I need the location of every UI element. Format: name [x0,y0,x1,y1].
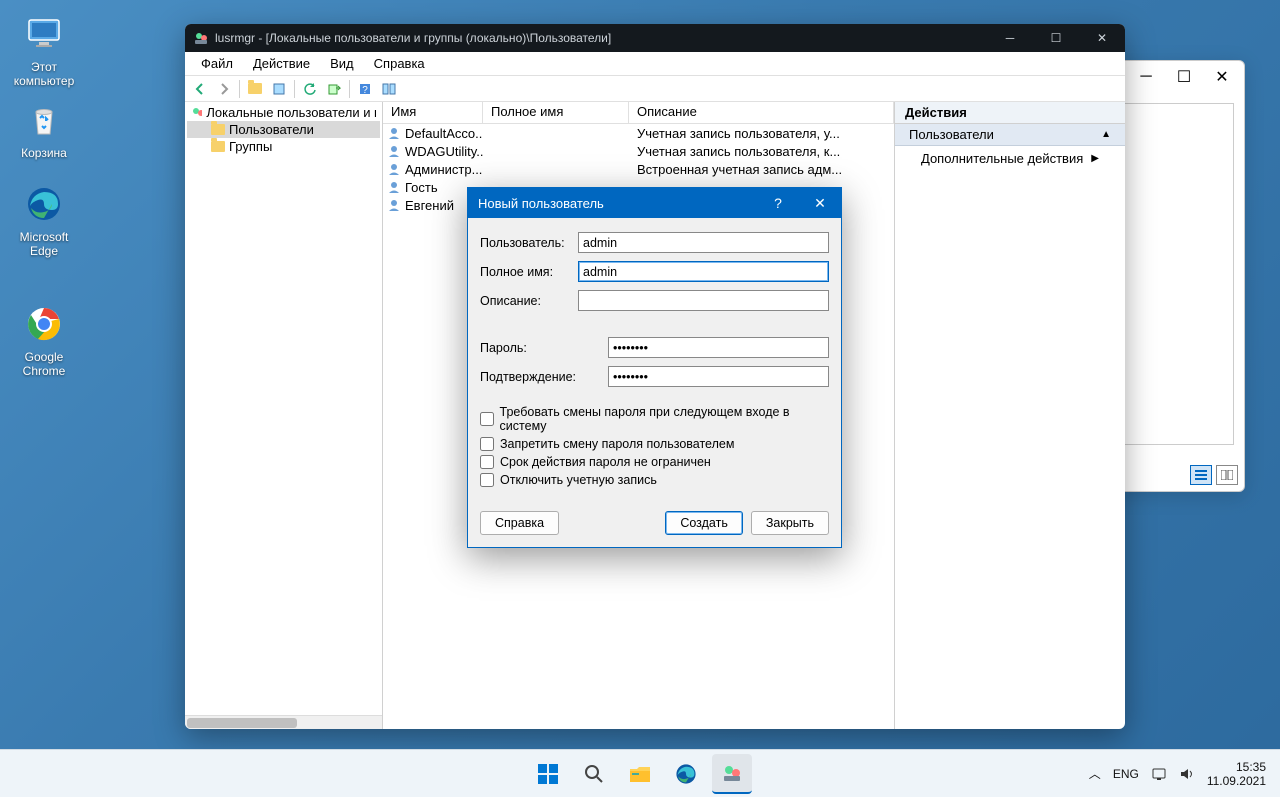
user-icon [387,198,401,212]
desktop-label: Корзина [6,146,82,160]
create-button[interactable]: Создать [665,511,743,535]
desktop-edge[interactable]: MicrosoftEdge [6,180,82,258]
input-password[interactable] [608,337,829,358]
desktop-label: GoogleChrome [6,350,82,378]
maximize-button[interactable]: ☐ [1033,24,1079,52]
svg-text:?: ? [362,85,368,96]
refresh-button[interactable] [299,78,321,100]
tray-volume-icon[interactable] [1179,766,1195,782]
menu-file[interactable]: Файл [193,54,241,73]
label-fullname: Полное имя: [480,265,578,279]
desktop-label: MicrosoftEdge [6,230,82,258]
chevron-right-icon: ▶ [1091,153,1099,164]
minimize-button[interactable]: ─ [1128,63,1164,91]
close-button[interactable]: Закрыть [751,511,829,535]
chrome-icon [20,300,68,348]
tree-pane: Локальные пользователи и группы Пользова… [185,102,383,729]
users-groups-icon [191,106,202,120]
checkbox-must-change[interactable] [480,412,494,426]
tree-users[interactable]: Пользователи [187,121,380,138]
tree-root[interactable]: Локальные пользователи и группы [187,104,380,121]
user-icon [387,162,401,176]
menu-view[interactable]: Вид [322,54,362,73]
edge-button[interactable] [666,754,706,794]
recycle-icon [20,96,68,144]
window-title: lusrmgr - [Локальные пользователи и груп… [215,31,611,45]
menu-action[interactable]: Действие [245,54,318,73]
minimize-button[interactable]: ─ [987,24,1033,52]
input-confirm[interactable] [608,366,829,387]
tray-network-icon[interactable] [1151,766,1167,782]
checkbox-never-expires[interactable] [480,455,494,469]
tray-clock[interactable]: 15:35 11.09.2021 [1207,760,1266,788]
menubar: Файл Действие Вид Справка [185,52,1125,76]
list-row[interactable]: WDAGUtility...Учетная запись пользовател… [383,142,894,160]
input-fullname[interactable] [578,261,829,282]
tree-groups[interactable]: Группы [187,138,380,155]
help-button[interactable]: ? [354,78,376,100]
col-fullname[interactable]: Полное имя [483,102,629,123]
view-detail-button[interactable] [1216,465,1238,485]
checkbox-disabled[interactable] [480,473,494,487]
edge-icon [20,180,68,228]
tree-scrollbar[interactable] [185,715,382,729]
actions-header: Действия [895,102,1125,124]
taskbar: ︿ ENG 15:35 11.09.2021 [0,749,1280,797]
close-button[interactable]: ✕ [1204,63,1240,91]
label-password: Пароль: [480,341,608,355]
actions-pane: Действия Пользователи ▲ Дополнительные д… [895,102,1125,729]
view-list-button[interactable] [1190,465,1212,485]
toolbar-folder-icon[interactable] [244,78,266,100]
list-row[interactable]: DefaultAcco...Учетная запись пользовател… [383,124,894,142]
col-description[interactable]: Описание [629,102,894,123]
dialog-titlebar[interactable]: Новый пользователь ? ✕ [468,188,841,218]
collapse-icon: ▲ [1101,129,1111,140]
search-button[interactable] [574,754,614,794]
app-icon [193,30,209,46]
menu-help[interactable]: Справка [366,54,433,73]
dialog-help-button[interactable]: ? [757,188,799,218]
actions-more[interactable]: Дополнительные действия ▶ [895,146,1125,171]
explorer-button[interactable] [620,754,660,794]
forward-button[interactable] [213,78,235,100]
dialog-close-button[interactable]: ✕ [799,188,841,218]
dialog-title: Новый пользователь [478,196,604,211]
titlebar[interactable]: lusrmgr - [Локальные пользователи и груп… [185,24,1125,52]
folder-icon [211,141,225,152]
maximize-button[interactable]: ☐ [1166,63,1202,91]
close-button[interactable]: ✕ [1079,24,1125,52]
new-user-dialog: Новый пользователь ? ✕ Пользователь: Пол… [467,187,842,548]
tray-language[interactable]: ENG [1113,767,1139,781]
desktop-chrome[interactable]: GoogleChrome [6,300,82,378]
list-row[interactable]: Администр...Встроенная учетная запись ад… [383,160,894,178]
checkbox-cannot-change[interactable] [480,437,494,451]
toolbar-properties-icon[interactable] [268,78,290,100]
desktop-this-pc[interactable]: Этоткомпьютер [6,10,82,88]
user-icon [387,126,401,140]
start-button[interactable] [528,754,568,794]
user-icon [387,144,401,158]
toolbar-pane-icon[interactable] [378,78,400,100]
export-button[interactable] [323,78,345,100]
desktop-recycle-bin[interactable]: Корзина [6,96,82,160]
user-icon [387,180,401,194]
desktop-label: Этоткомпьютер [6,60,82,88]
back-button[interactable] [189,78,211,100]
help-button[interactable]: Справка [480,511,559,535]
folder-icon [211,124,225,135]
monitor-icon [20,10,68,58]
label-confirm: Подтверждение: [480,370,608,384]
col-name[interactable]: Имя [383,102,483,123]
input-description[interactable] [578,290,829,311]
input-username[interactable] [578,232,829,253]
actions-section-users[interactable]: Пользователи ▲ [895,124,1125,146]
label-username: Пользователь: [480,236,578,250]
tray-chevron-icon[interactable]: ︿ [1089,765,1101,782]
lusrmgr-taskbar-button[interactable] [712,754,752,794]
toolbar: ? [185,76,1125,102]
label-description: Описание: [480,294,578,308]
